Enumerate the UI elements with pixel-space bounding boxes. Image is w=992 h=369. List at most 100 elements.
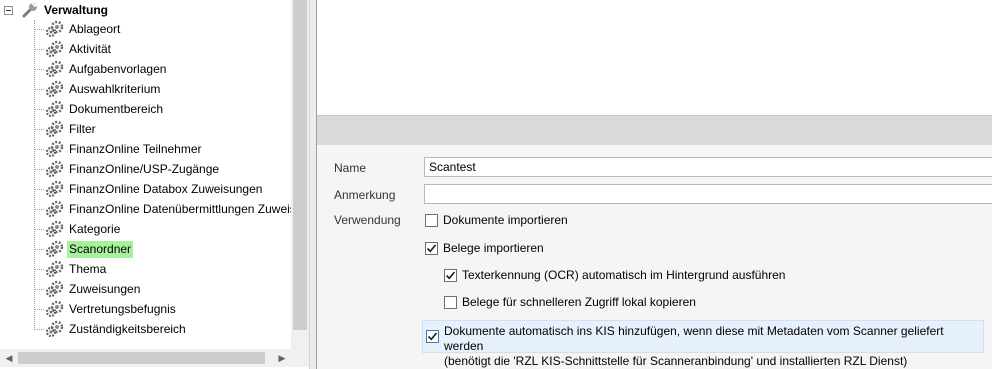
checkbox-belege-importieren[interactable] <box>425 241 438 255</box>
tree-item-label: Auswahlkriterium <box>69 81 161 96</box>
gear-icon <box>45 220 65 238</box>
tree-item-label: Kategorie <box>69 221 121 236</box>
horizontal-scroll-thumb[interactable] <box>18 352 265 364</box>
option-label: Belege für schnelleren Zugriff lokal kop… <box>462 295 696 309</box>
gear-icon <box>45 260 65 278</box>
tree-connector <box>34 268 44 270</box>
tree-root-label: Verwaltung <box>44 3 109 17</box>
tree-connector <box>34 228 44 230</box>
tree-connector <box>34 308 44 310</box>
gear-icon <box>45 20 65 38</box>
kis-option-line-2: (benötigt die 'RZL KIS-Schnittstelle für… <box>444 354 908 368</box>
tree-connector <box>34 48 44 50</box>
detail-header-band <box>317 115 992 145</box>
tree-item[interactable]: FinanzOnline Teilnehmer <box>34 139 204 159</box>
option-ocr[interactable]: Texterkennung (OCR) automatisch im Hinte… <box>444 268 785 282</box>
tree-connector <box>34 88 44 90</box>
tree-connector <box>34 108 44 110</box>
tree-item-label: FinanzOnline Databox Zuweisungen <box>69 181 263 196</box>
option-dokumente-importieren[interactable]: Dokumente importieren <box>425 213 568 227</box>
checkbox-ocr[interactable] <box>444 268 457 282</box>
tree-connector <box>34 288 44 290</box>
tree-root-verwaltung[interactable]: Verwaltung <box>4 1 108 19</box>
tree-connector <box>34 328 44 330</box>
tree-item[interactable]: Zuständigkeitsbereich <box>34 319 188 339</box>
anmerkung-field[interactable] <box>424 184 992 204</box>
option-lokal-kopieren[interactable]: Belege für schnelleren Zugriff lokal kop… <box>444 295 696 309</box>
tree-item[interactable]: Ablageort <box>34 19 122 39</box>
gear-icon <box>45 160 65 178</box>
gear-icon <box>45 180 65 198</box>
tree-item-label: FinanzOnline Teilnehmer <box>69 141 202 156</box>
tree-pane: Verwaltung Ablageort Aktivität Aufgabenvor… <box>0 0 313 369</box>
tree-item[interactable]: FinanzOnline/USP-Zugänge <box>34 159 221 179</box>
tree-item-label: Ablageort <box>69 21 121 36</box>
tree-item-label: Zuweisungen <box>69 281 141 296</box>
gear-icon <box>45 40 65 58</box>
tree-item[interactable]: Scanordner <box>34 239 134 259</box>
anmerkung-label: Anmerkung <box>334 188 396 202</box>
gear-icon <box>45 120 65 138</box>
pane-splitter[interactable] <box>309 0 317 369</box>
tree-connector <box>34 248 44 250</box>
collapse-minus-icon[interactable] <box>4 5 13 15</box>
scroll-left-icon[interactable]: ◀ <box>1 350 17 366</box>
tree-connector <box>34 28 44 30</box>
preview-area <box>317 0 992 115</box>
tree-item[interactable]: FinanzOnline Datenübermittlungen Zuweisu… <box>34 199 291 219</box>
tree-item[interactable]: Auswahlkriterium <box>34 79 162 99</box>
gear-icon <box>45 60 65 78</box>
tree-item[interactable]: Zuweisungen <box>34 279 142 299</box>
gear-icon <box>45 200 65 218</box>
tree-item[interactable]: Filter <box>34 119 98 139</box>
checkbox-lokal-kopieren[interactable] <box>444 295 457 309</box>
option-label: Texterkennung (OCR) automatisch im Hinte… <box>462 268 786 282</box>
tree-connector <box>34 148 44 150</box>
gear-icon <box>45 140 65 158</box>
tree-connector <box>34 168 44 170</box>
gear-icon <box>45 100 65 118</box>
vertical-scrollbar[interactable] <box>291 0 309 349</box>
checkmark-icon <box>427 332 438 341</box>
checkmark-icon <box>426 243 437 252</box>
name-label: Name <box>334 161 367 175</box>
wrench-icon <box>22 2 38 18</box>
scroll-corner <box>291 349 309 367</box>
tree-item[interactable]: Thema <box>34 259 108 279</box>
verwendung-label: Verwendung <box>334 213 401 227</box>
tree-item[interactable]: FinanzOnline Databox Zuweisungen <box>34 179 264 199</box>
tree-connector <box>34 188 44 190</box>
tree-connector <box>34 68 44 70</box>
tree-item[interactable]: Kategorie <box>34 219 122 239</box>
kis-option-text: Dokumente automatisch ins KIS hinzufügen… <box>444 324 983 369</box>
detail-pane: Name Scantest Anmerkung Verwendung Dokum… <box>317 0 992 369</box>
scroll-right-icon[interactable]: ▶ <box>274 350 290 366</box>
tree-item-label: Zuständigkeitsbereich <box>69 321 186 336</box>
vertical-scroll-thumb[interactable] <box>293 0 307 330</box>
tree-item[interactable]: Aufgabenvorlagen <box>34 59 168 79</box>
gear-icon <box>45 240 65 258</box>
tree-item-label: Aktivität <box>69 41 112 56</box>
option-kis-hinzufuegen[interactable]: Dokumente automatisch ins KIS hinzufügen… <box>422 320 984 368</box>
gear-icon <box>45 300 65 318</box>
tree-item-label: FinanzOnline Datenübermittlungen Zuweisu… <box>69 201 291 216</box>
tree-item-label: Dokumentbereich <box>69 101 164 116</box>
name-field[interactable]: Scantest <box>424 157 992 177</box>
tree-item-label: FinanzOnline/USP-Zugänge <box>69 161 220 176</box>
scanordner-form: Name Scantest Anmerkung Verwendung Dokum… <box>317 145 992 369</box>
checkmark-icon <box>445 270 456 279</box>
tree-connector <box>34 208 44 210</box>
tree-view: Verwaltung Ablageort Aktivität Aufgabenvor… <box>0 0 291 349</box>
horizontal-scrollbar[interactable]: ◀ ▶ <box>0 349 291 367</box>
option-belege-importieren[interactable]: Belege importieren <box>425 241 544 255</box>
tree-item-label: Aufgabenvorlagen <box>69 61 167 76</box>
tree-item-label: Thema <box>69 261 107 276</box>
tree-item[interactable]: Aktivität <box>34 39 113 59</box>
tree-item[interactable]: Dokumentbereich <box>34 99 165 119</box>
kis-option-line-1: Dokumente automatisch ins KIS hinzufügen… <box>444 324 944 353</box>
tree-item-label: Filter <box>69 121 96 136</box>
checkbox-dokumente-importieren[interactable] <box>425 213 438 227</box>
tree-item[interactable]: Vertretungsbefugnis <box>34 299 178 319</box>
gear-icon <box>45 80 65 98</box>
checkbox-kis-hinzufuegen[interactable] <box>426 330 439 343</box>
